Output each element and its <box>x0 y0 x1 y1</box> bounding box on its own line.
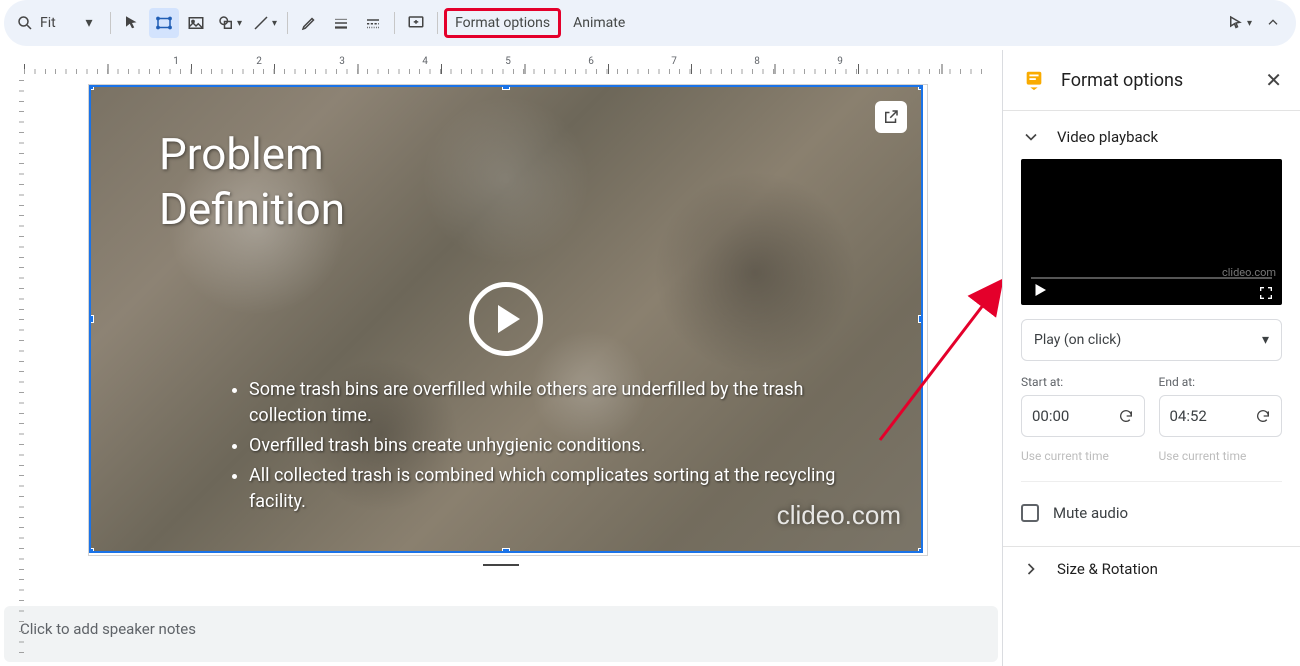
chevron-right-icon <box>1021 559 1041 579</box>
zoom-control[interactable]: Fit ▾ <box>12 8 104 38</box>
ruler-tick: 9 <box>837 56 843 67</box>
page-indicator <box>483 564 519 566</box>
slide-bullets: Some trash bins are overfilled while oth… <box>231 377 861 519</box>
ruler-tick: 4 <box>422 56 428 67</box>
resize-handle[interactable] <box>918 85 923 90</box>
text-box-tool[interactable] <box>149 8 179 38</box>
shape-tool[interactable]: ▾ <box>213 8 246 38</box>
video-preview[interactable]: clideo.com <box>1021 159 1282 305</box>
ruler-tick: 8 <box>754 56 760 67</box>
ruler-tick: 3 <box>339 56 345 67</box>
comment-tool[interactable] <box>401 8 431 38</box>
resize-handle[interactable] <box>502 85 510 90</box>
preview-watermark: clideo.com <box>1222 266 1276 279</box>
start-at-label: Start at: <box>1021 375 1145 389</box>
close-icon[interactable]: ✕ <box>1261 64 1286 96</box>
notes-placeholder: Click to add speaker notes <box>20 620 196 638</box>
mute-audio-label: Mute audio <box>1053 504 1128 522</box>
resize-handle[interactable] <box>918 315 923 323</box>
bullet: Some trash bins are overfilled while oth… <box>249 377 861 429</box>
zoom-label: Fit <box>40 15 74 31</box>
start-at-input[interactable]: 00:00 <box>1021 395 1145 437</box>
end-value: 04:52 <box>1170 407 1207 425</box>
chevron-down-icon <box>1021 127 1041 147</box>
end-at-input[interactable]: 04:52 <box>1159 395 1283 437</box>
pen-tool[interactable] <box>294 8 324 38</box>
line-dash-tool[interactable] <box>358 8 388 38</box>
separator <box>437 12 438 34</box>
format-options-label: Format options <box>455 15 550 31</box>
ruler-tick: 5 <box>505 56 511 67</box>
section-label: Size & Rotation <box>1057 560 1158 578</box>
ruler-tick: 7 <box>671 56 677 67</box>
popout-icon[interactable] <box>875 101 907 133</box>
ruler-tick: 2 <box>256 56 262 67</box>
mute-audio-row[interactable]: Mute audio <box>1021 500 1282 532</box>
toolbar: Fit ▾ ▾ ▾ Format options Animate ▾ <box>4 0 1296 46</box>
sidebar-title: Format options <box>1061 70 1247 91</box>
slide-title: Problem Definition <box>159 127 345 237</box>
format-options-sidebar: Format options ✕ Video playback clideo.c… <box>1002 50 1300 666</box>
play-mode-value: Play (on click) <box>1034 332 1121 348</box>
separator <box>394 12 395 34</box>
collapse-toolbar[interactable] <box>1258 8 1288 38</box>
select-tool[interactable] <box>117 8 147 38</box>
video-selected[interactable]: Problem Definition Some trash bins are o… <box>89 85 923 553</box>
canvas-area: 1 2 3 4 5 6 7 8 9 Problem Definition <box>0 50 1002 666</box>
caret-down-icon: ▾ <box>80 14 98 32</box>
section-label: Video playback <box>1057 128 1158 146</box>
section-size-rotation[interactable]: Size & Rotation <box>1003 547 1300 591</box>
section-video-playback[interactable]: Video playback <box>1003 115 1300 159</box>
bullet: All collected trash is combined which co… <box>249 463 861 515</box>
pointer-mode[interactable]: ▾ <box>1223 8 1256 38</box>
ruler-tick: 1 <box>173 56 179 67</box>
separator <box>110 12 111 34</box>
resize-handle[interactable] <box>502 548 510 553</box>
format-options-button[interactable]: Format options <box>444 8 561 38</box>
resize-handle[interactable] <box>89 315 94 323</box>
line-tool[interactable]: ▾ <box>248 8 281 38</box>
preview-fullscreen-icon[interactable] <box>1258 285 1274 301</box>
end-at-label: End at: <box>1159 375 1283 389</box>
image-tool[interactable] <box>181 8 211 38</box>
caret-down-icon: ▾ <box>237 18 242 29</box>
use-current-time-hint[interactable]: Use current time <box>1021 449 1145 463</box>
separator <box>287 12 288 34</box>
caret-down-icon: ▾ <box>272 18 277 29</box>
caret-down-icon: ▾ <box>1262 332 1269 348</box>
refresh-icon[interactable] <box>1255 408 1271 424</box>
caret-down-icon: ▾ <box>1247 18 1252 29</box>
format-options-icon <box>1021 67 1047 93</box>
start-value: 00:00 <box>1032 407 1069 425</box>
resize-handle[interactable] <box>89 548 94 553</box>
title-line: Definition <box>159 182 345 237</box>
play-mode-dropdown[interactable]: Play (on click) ▾ <box>1021 319 1282 361</box>
horizontal-ruler: 1 2 3 4 5 6 7 8 9 <box>24 56 982 74</box>
play-icon[interactable] <box>469 282 543 356</box>
line-weight-tool[interactable] <box>326 8 356 38</box>
animate-label: Animate <box>573 15 625 31</box>
title-line: Problem <box>159 127 345 182</box>
slide[interactable]: Problem Definition Some trash bins are o… <box>88 84 928 556</box>
speaker-notes[interactable]: Click to add speaker notes <box>4 606 998 662</box>
video-watermark: clideo.com <box>777 500 901 531</box>
refresh-icon[interactable] <box>1118 408 1134 424</box>
zoom-icon <box>16 14 34 32</box>
bullet: Overfilled trash bins create unhygienic … <box>249 433 861 459</box>
resize-handle[interactable] <box>918 548 923 553</box>
preview-play-icon[interactable] <box>1031 281 1049 299</box>
resize-handle[interactable] <box>89 85 94 90</box>
use-current-time-hint[interactable]: Use current time <box>1159 449 1283 463</box>
ruler-tick: 6 <box>588 56 594 67</box>
mute-audio-checkbox[interactable] <box>1021 504 1039 522</box>
animate-button[interactable]: Animate <box>563 8 635 38</box>
